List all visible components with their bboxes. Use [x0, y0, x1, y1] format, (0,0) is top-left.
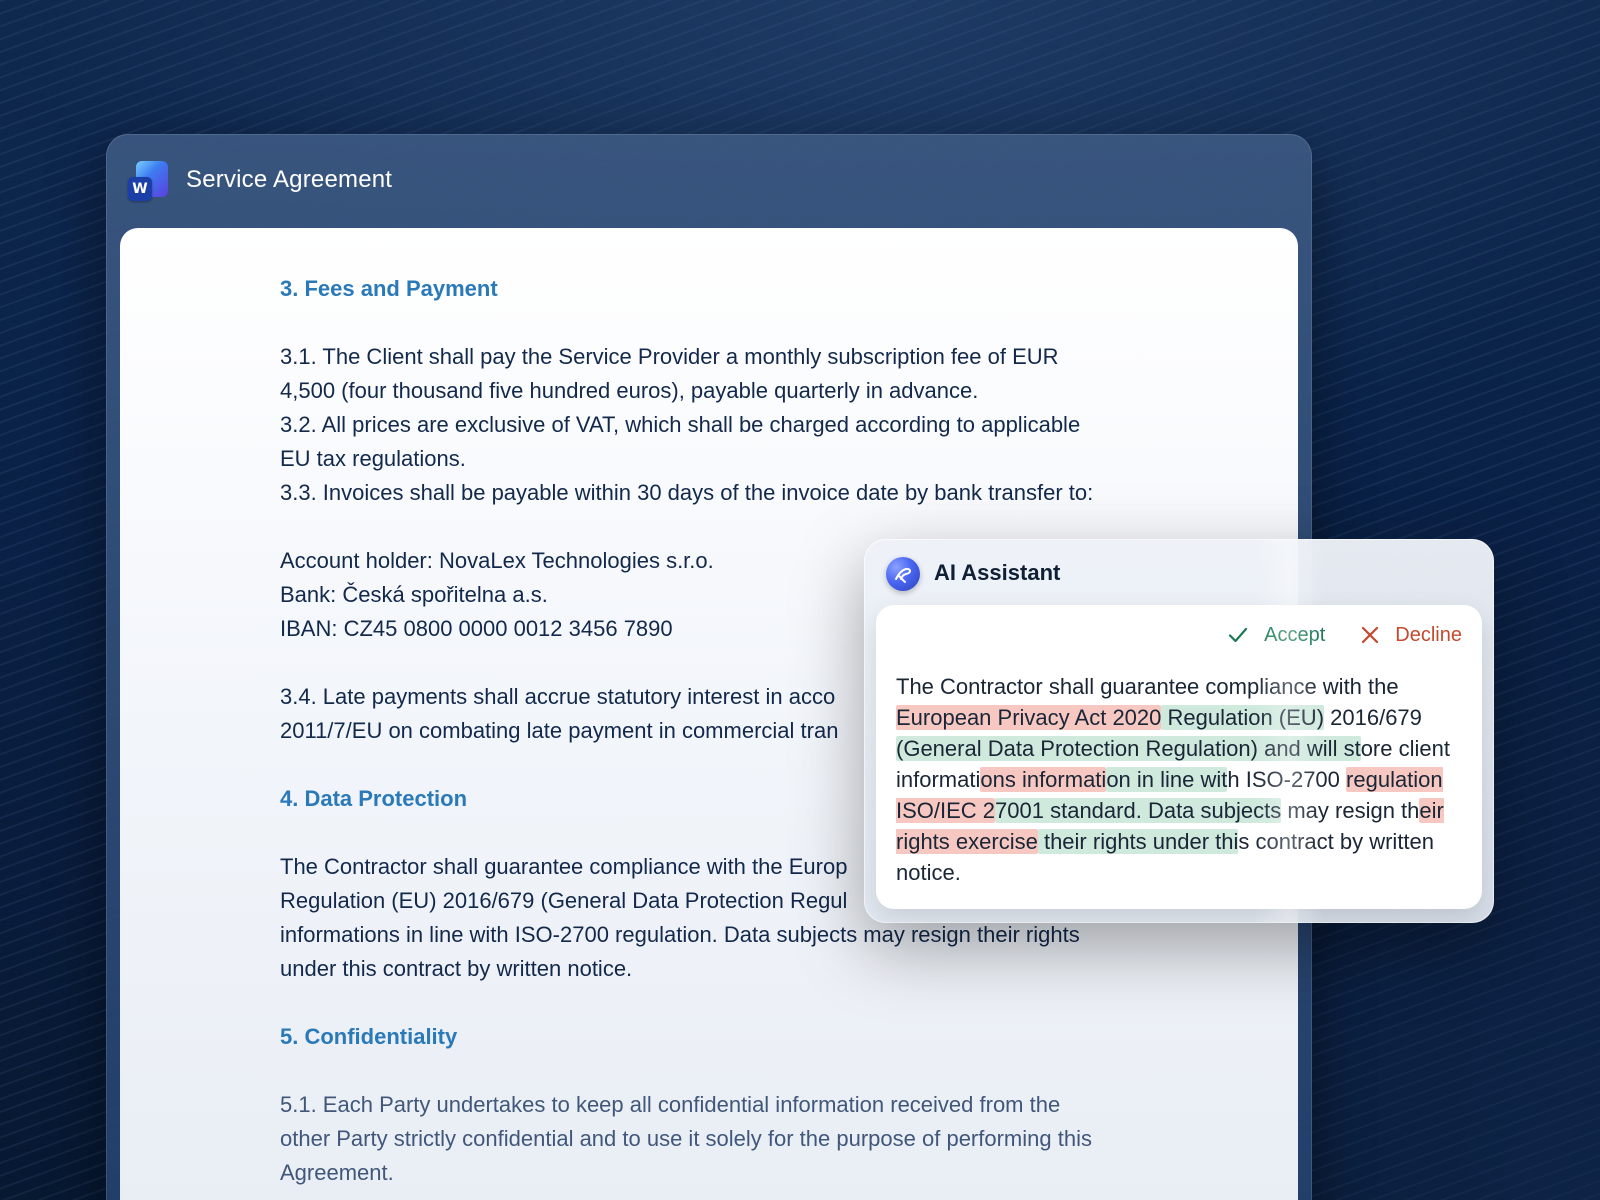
- titlebar: W Service Agreement: [106, 134, 1312, 228]
- suggestion-text-2: 2016/679: [1324, 705, 1422, 730]
- suggestion-deletion-1: European Privacy Act 2020: [896, 705, 1162, 730]
- ai-suggestion-actions: Accept Decline: [1226, 623, 1462, 647]
- accept-button[interactable]: Accept: [1226, 623, 1325, 647]
- confidentiality-line-1[interactable]: 5.1. Each Party undertakes to keep all c…: [280, 1088, 1140, 1122]
- ai-assistant-title: AI Assistant: [934, 560, 1061, 585]
- ai-assistant-panel: AI Assistant Accept Decline The Contract…: [864, 539, 1494, 923]
- paragraph-3-1-line-2[interactable]: 4,500 (four thousand five hundred euros)…: [280, 374, 1140, 408]
- paragraph-3-2-line-1[interactable]: 3.2. All prices are exclusive of VAT, wh…: [280, 408, 1140, 442]
- suggestion-deletion-2: ons informati: [980, 767, 1107, 792]
- suggestion-text-5: may resign th: [1281, 798, 1420, 823]
- decline-button[interactable]: Decline: [1359, 624, 1462, 647]
- ai-assistant-logo-glyph: [895, 567, 912, 583]
- section-heading-fees: 3. Fees and Payment: [280, 276, 498, 301]
- close-icon: [1362, 626, 1379, 644]
- data-protection-line-4[interactable]: under this contract by written notice.: [280, 952, 1140, 986]
- word-icon: W: [128, 161, 168, 201]
- paragraph-3-1-line-1[interactable]: 3.1. The Client shall pay the Service Pr…: [280, 340, 1140, 374]
- suggestion-insertion-2: (General Data Protection Regulation) and…: [896, 736, 1361, 761]
- suggestion-text-4: h ISO-2700: [1227, 767, 1347, 792]
- suggestion-insertion-3: on in line wit: [1106, 767, 1228, 792]
- accept-label: Accept: [1264, 623, 1326, 646]
- suggestion-insertion-5: their rights under thi: [1037, 829, 1239, 854]
- section-heading-confidentiality: 5. Confidentiality: [280, 1024, 458, 1049]
- data-protection-line-3[interactable]: informations in line with ISO-2700 regul…: [280, 918, 1140, 952]
- suggestion-insertion-4: 7001 standard. Data subjects: [995, 798, 1282, 823]
- ai-assistant-header: AI Assistant: [864, 539, 1494, 605]
- suggestion-text-1: The Contractor shall guarantee complianc…: [896, 674, 1399, 699]
- suggestion-insertion-1: Regulation (EU): [1161, 705, 1325, 730]
- ai-suggestion-card: Accept Decline The Contractor shall guar…: [876, 605, 1482, 909]
- confidentiality-line-3[interactable]: Agreement.: [280, 1156, 1140, 1190]
- ai-suggested-text[interactable]: The Contractor shall guarantee complianc…: [896, 671, 1456, 888]
- confidentiality-line-2[interactable]: other Party strictly confidential and to…: [280, 1122, 1140, 1156]
- paragraph-3-3[interactable]: 3.3. Invoices shall be payable within 30…: [280, 476, 1140, 510]
- word-icon-letter: W: [128, 177, 152, 201]
- window-title: Service Agreement: [186, 166, 393, 193]
- check-icon: [1229, 627, 1248, 643]
- ai-assistant-logo-icon: [886, 557, 920, 591]
- paragraph-3-2-line-2[interactable]: EU tax regulations.: [280, 442, 1140, 476]
- decline-label: Decline: [1395, 623, 1462, 646]
